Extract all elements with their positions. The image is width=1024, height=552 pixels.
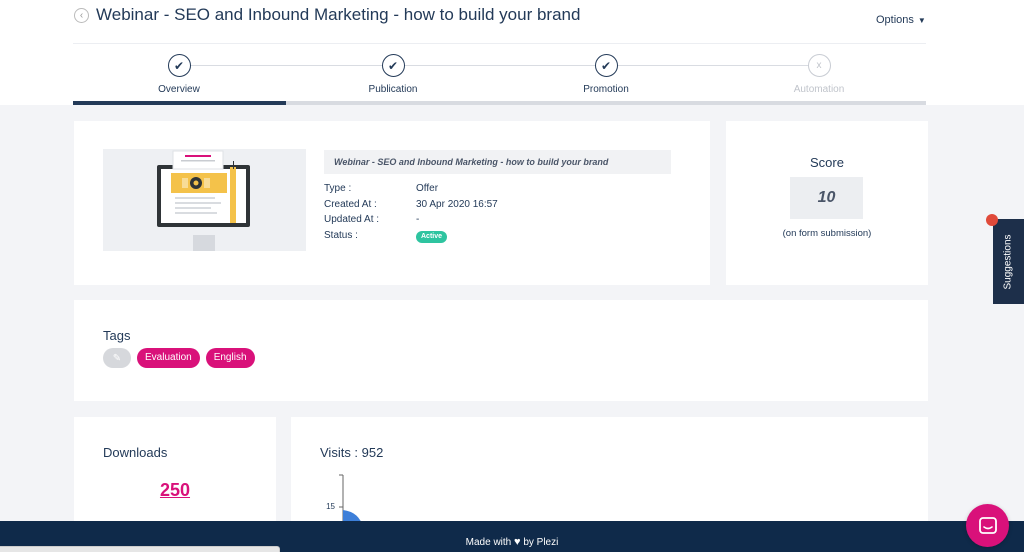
meta-value: Offer (416, 183, 439, 194)
chat-bubble-icon (978, 516, 997, 534)
meta-key: Status : (324, 229, 358, 241)
edit-pencil-icon[interactable]: ✎ (103, 348, 131, 368)
visits-chart: 15 (326, 474, 363, 527)
downloads-title: Downloads (103, 445, 168, 460)
stepper-line (179, 65, 819, 66)
offer-title: Webinar - SEO and Inbound Marketing - ho… (324, 150, 671, 174)
chat-icon[interactable] (966, 504, 1009, 547)
check-icon: ✔ (167, 54, 191, 77)
status-badge: Active (416, 230, 448, 243)
check-icon: ✔ (594, 54, 618, 77)
score-card: Score 10 (on form submission) (726, 121, 928, 285)
meta-key: Created At : (324, 198, 377, 210)
suggestions-label: Suggestions (1002, 234, 1014, 290)
page-header: ‹ Webinar - SEO and Inbound Marketing - … (0, 0, 1024, 105)
downloads-card: Downloads 250 (74, 417, 276, 527)
score-value: 10 (790, 177, 863, 219)
meta-type: Type : Offer (324, 183, 498, 199)
meta-status: Status : Active (324, 230, 498, 246)
back-arrow-icon[interactable]: ‹ (74, 8, 89, 23)
options-dropdown[interactable]: Options ▼ (876, 14, 926, 26)
heart-icon: ♥ (514, 536, 521, 548)
meta-created-at: Created At : 30 Apr 2020 16:57 (324, 199, 498, 215)
meta-value: - (416, 214, 420, 225)
step-overview[interactable]: ✔ Overview (109, 44, 249, 95)
tags-list: ✎ Evaluation English (103, 348, 255, 368)
page-title: Webinar - SEO and Inbound Marketing - ho… (96, 5, 581, 24)
notification-dot (986, 214, 998, 226)
check-icon: ✔ (381, 54, 405, 77)
footer-by: by Plezi (523, 537, 559, 548)
tag-english[interactable]: English (205, 348, 255, 368)
step-publication[interactable]: ✔ Publication (323, 44, 463, 95)
stepper-progress-track (73, 101, 926, 105)
step-label: Promotion (583, 84, 629, 95)
score-note: (on form submission) (782, 228, 872, 239)
chart-y-tick-label: 15 (326, 502, 335, 511)
step-label: Publication (368, 84, 418, 95)
offer-meta: Type : Offer Created At : 30 Apr 2020 16… (324, 183, 498, 245)
meta-updated-at: Updated At : - (324, 214, 498, 230)
options-label: Options (876, 14, 914, 26)
suggestions-tab[interactable]: Suggestions (993, 219, 1024, 304)
step-automation: x Automation (749, 44, 889, 95)
score-title: Score (810, 155, 844, 170)
tags-card: Tags ✎ Evaluation English (74, 300, 928, 401)
meta-key: Type : (324, 183, 352, 194)
meta-value: 30 Apr 2020 16:57 (416, 198, 498, 210)
close-icon: x (807, 54, 831, 77)
chevron-down-icon: ▼ (917, 16, 926, 25)
downloads-value-link[interactable]: 250 (74, 480, 276, 501)
browser-status-bar (0, 546, 280, 552)
footer-made-with: Made with (465, 537, 512, 548)
tags-title: Tags (103, 328, 131, 343)
step-label: Automation (793, 84, 845, 95)
meta-key: Updated At : (324, 214, 380, 225)
tag-evaluation[interactable]: Evaluation (137, 348, 200, 368)
offer-thumbnail (103, 149, 306, 251)
webinar-illustration (157, 150, 250, 251)
step-label: Overview (158, 84, 200, 95)
offer-info-card: Webinar - SEO and Inbound Marketing - ho… (74, 121, 710, 285)
visits-card: Visits : 952 15 (291, 417, 928, 527)
stepper-progress-fill (73, 101, 287, 105)
stepper: ✔ Overview ✔ Publication ✔ Promotion x A… (73, 44, 926, 106)
step-promotion[interactable]: ✔ Promotion (536, 44, 676, 95)
